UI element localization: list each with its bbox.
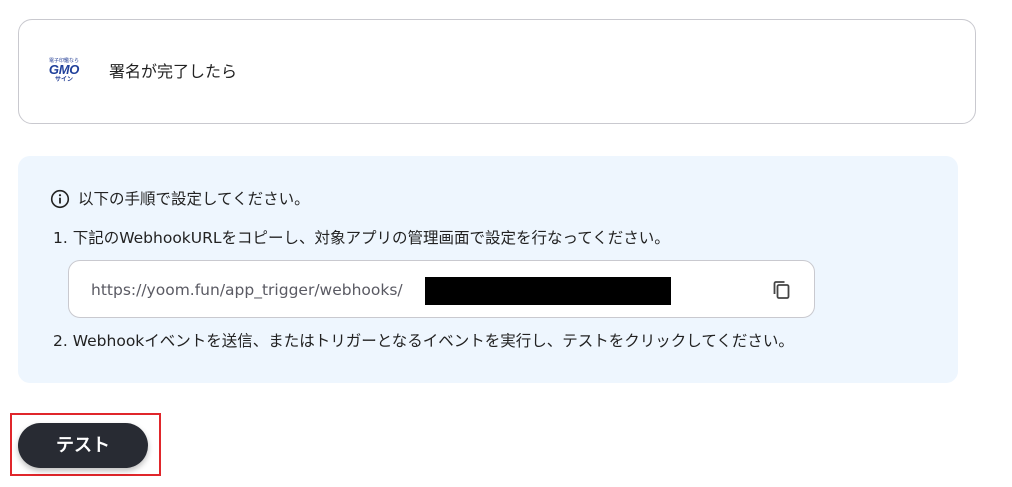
info-circle-icon <box>50 189 70 209</box>
test-button[interactable]: テスト <box>18 423 148 468</box>
copy-icon[interactable] <box>769 277 795 303</box>
trigger-card: 電子印鑑なら GMO サイン 署名が完了したら <box>18 19 976 124</box>
step-2-text: 2. Webhookイベントを送信、またはトリガーとなるイベントを実行し、テスト… <box>53 332 794 350</box>
trigger-title: 署名が完了したら <box>109 62 238 81</box>
webhook-url-text[interactable]: https://yoom.fun/app_trigger/webhooks/ <box>91 280 403 300</box>
logo-sub: サイン <box>54 76 73 83</box>
instructions-title: 以下の手順で設定してください。 <box>78 190 310 208</box>
instructions-header: 以下の手順で設定してください。 <box>50 189 310 209</box>
webhook-url-field[interactable]: https://yoom.fun/app_trigger/webhooks/ <box>68 260 815 318</box>
step-1-text: 1. 下記のWebhookURLをコピーし、対象アプリの管理画面で設定を行なって… <box>53 229 670 247</box>
instructions-panel: 以下の手順で設定してください。 1. 下記のWebhookURLをコピーし、対象… <box>18 156 958 383</box>
url-redaction <box>425 277 671 305</box>
gmo-sign-logo: 電子印鑑なら GMO サイン <box>41 58 87 88</box>
logo-brand: GMO <box>48 62 80 77</box>
